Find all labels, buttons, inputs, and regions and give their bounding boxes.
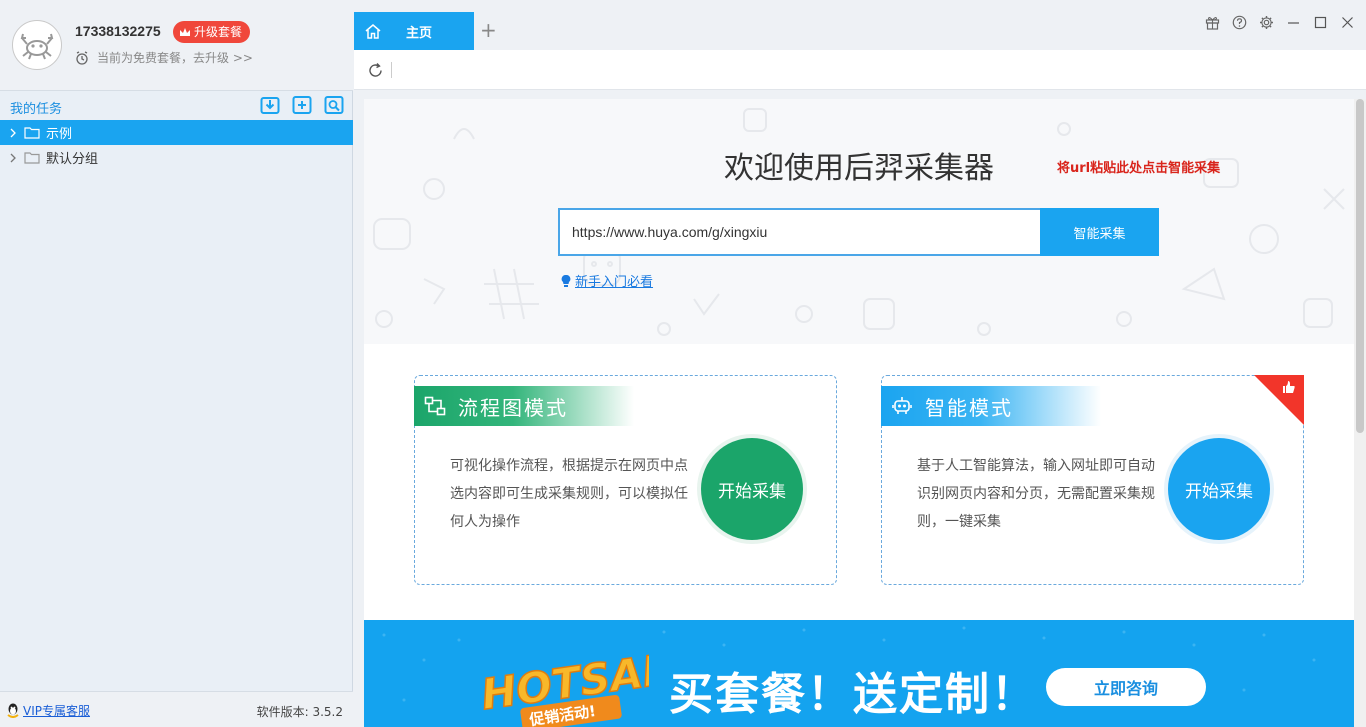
folder-icon bbox=[24, 127, 40, 139]
search-task-button[interactable] bbox=[323, 94, 345, 116]
tree-item-label: 示例 bbox=[46, 127, 73, 142]
task-title: 我的任务 bbox=[10, 102, 63, 117]
maximize-icon bbox=[1314, 16, 1327, 29]
settings-button[interactable] bbox=[1258, 14, 1275, 31]
promo-headline: 买套餐！送定制！ bbox=[669, 669, 1037, 720]
nav-bar bbox=[354, 50, 1366, 90]
tree-item-example[interactable]: 示例 bbox=[0, 120, 353, 145]
tab-home[interactable]: 主页 bbox=[354, 12, 474, 50]
maximize-button[interactable] bbox=[1312, 14, 1329, 31]
flowchart-start-button[interactable]: 开始采集 bbox=[701, 438, 803, 540]
robot-icon bbox=[892, 397, 912, 414]
task-toolbar bbox=[259, 94, 345, 116]
gear-icon bbox=[1260, 16, 1273, 29]
smart-card-header: 智能模式 bbox=[881, 386, 1101, 426]
smart-description: 基于人工智能算法，输入网址即可自动识别网页内容和分页，无需配置采集规则，一键采集 bbox=[917, 458, 1155, 530]
user-panel: 17338132275 升级套餐 当前为免费套餐，去升级 >> bbox=[0, 0, 353, 91]
new-tab-button[interactable]: + bbox=[480, 18, 497, 42]
gift-icon bbox=[1205, 16, 1220, 30]
tree-item-default-group[interactable]: 默认分组 bbox=[0, 145, 353, 170]
hotsale-logo: HOTSALE 促销活动! bbox=[479, 640, 649, 727]
help-icon bbox=[1232, 15, 1247, 30]
vip-support-link[interactable]: VIP专属客服 bbox=[6, 702, 90, 719]
task-tree: 示例 默认分组 bbox=[0, 120, 353, 170]
plan-text: 当前为免费套餐，去升级 >> bbox=[97, 51, 253, 65]
window-controls bbox=[1204, 14, 1356, 31]
avatar[interactable] bbox=[12, 20, 62, 70]
smart-mode-card: 智能模式 基于人工智能算法，输入网址即可自动识别网页内容和分页，无需配置采集规则… bbox=[881, 375, 1304, 585]
tab-home-label: 主页 bbox=[406, 25, 433, 41]
smart-start-button[interactable]: 开始采集 bbox=[1168, 438, 1270, 540]
refresh-button[interactable] bbox=[365, 60, 385, 80]
scrollbar-thumb[interactable] bbox=[1356, 99, 1364, 433]
help-button[interactable] bbox=[1231, 14, 1248, 31]
crown-icon bbox=[180, 28, 190, 36]
version-text: 软件版本: 3.5.2 bbox=[256, 705, 343, 719]
beginner-guide-link[interactable]: 新手入门必看 bbox=[560, 271, 653, 290]
recommend-corner-badge bbox=[1254, 375, 1304, 425]
search-icon bbox=[324, 96, 344, 114]
minimize-icon bbox=[1288, 22, 1299, 24]
smart-title: 智能模式 bbox=[925, 395, 1013, 420]
close-icon bbox=[1342, 17, 1353, 28]
promo-banner[interactable]: HOTSALE 促销活动! 买套餐！送定制！ 立即咨询 bbox=[364, 620, 1354, 727]
minimize-button[interactable] bbox=[1285, 14, 1302, 31]
home-page: 欢迎使用后羿采集器 将url粘贴此处点击智能采集 https://www.huy… bbox=[364, 99, 1354, 727]
flowchart-description: 可视化操作流程，根据提示在网页中点选内容即可生成采集规则，可以模拟任何人为操作 bbox=[450, 458, 688, 530]
nav-divider bbox=[391, 62, 392, 78]
tree-item-label: 默认分组 bbox=[46, 152, 99, 167]
beginner-label: 新手入门必看 bbox=[575, 275, 654, 290]
home-icon bbox=[365, 24, 381, 39]
new-task-button[interactable] bbox=[291, 94, 313, 116]
url-input[interactable]: https://www.huya.com/g/xingxiu bbox=[558, 208, 1040, 256]
close-button[interactable] bbox=[1339, 14, 1356, 31]
qq-penguin-icon bbox=[7, 703, 19, 718]
smart-collect-button[interactable]: 智能采集 bbox=[1040, 208, 1159, 256]
upgrade-button[interactable]: 升级套餐 bbox=[173, 21, 251, 43]
gift-button[interactable] bbox=[1204, 14, 1221, 31]
vip-label: VIP专属客服 bbox=[23, 704, 90, 718]
flowchart-title: 流程图模式 bbox=[458, 395, 568, 420]
annotation-text: 将url粘贴此处点击智能采集 bbox=[1057, 161, 1221, 176]
flowchart-mode-card: 流程图模式 可视化操作流程，根据提示在网页中点选内容即可生成采集规则，可以模拟任… bbox=[414, 375, 837, 585]
hero-section: 欢迎使用后羿采集器 将url粘贴此处点击智能采集 https://www.huy… bbox=[364, 99, 1354, 344]
sidebar-footer: VIP专属客服 软件版本: 3.5.2 bbox=[0, 691, 353, 727]
alarm-clock-icon bbox=[76, 50, 88, 65]
chevron-right-icon bbox=[10, 128, 16, 137]
add-icon bbox=[292, 96, 312, 114]
username: 17338132275 bbox=[75, 23, 161, 39]
plan-status[interactable]: 当前为免费套餐，去升级 >> bbox=[75, 49, 253, 66]
flowchart-card-header: 流程图模式 bbox=[414, 386, 634, 426]
folder-icon bbox=[24, 152, 40, 164]
crab-icon bbox=[20, 33, 54, 60]
sidebar: 17338132275 升级套餐 当前为免费套餐，去升级 >> 我的任务 示例 … bbox=[0, 0, 353, 727]
consult-now-button[interactable]: 立即咨询 bbox=[1046, 668, 1206, 706]
welcome-title: 欢迎使用后羿采集器 bbox=[724, 151, 994, 186]
tab-bar: 主页 + bbox=[354, 0, 1366, 50]
download-icon bbox=[260, 97, 280, 114]
task-header: 我的任务 bbox=[0, 92, 353, 120]
lightbulb-icon bbox=[561, 274, 571, 287]
upgrade-label: 升级套餐 bbox=[194, 25, 243, 39]
refresh-icon bbox=[368, 62, 382, 77]
flowchart-icon bbox=[424, 396, 446, 416]
import-task-button[interactable] bbox=[259, 94, 281, 116]
chevron-right-icon bbox=[10, 153, 16, 162]
